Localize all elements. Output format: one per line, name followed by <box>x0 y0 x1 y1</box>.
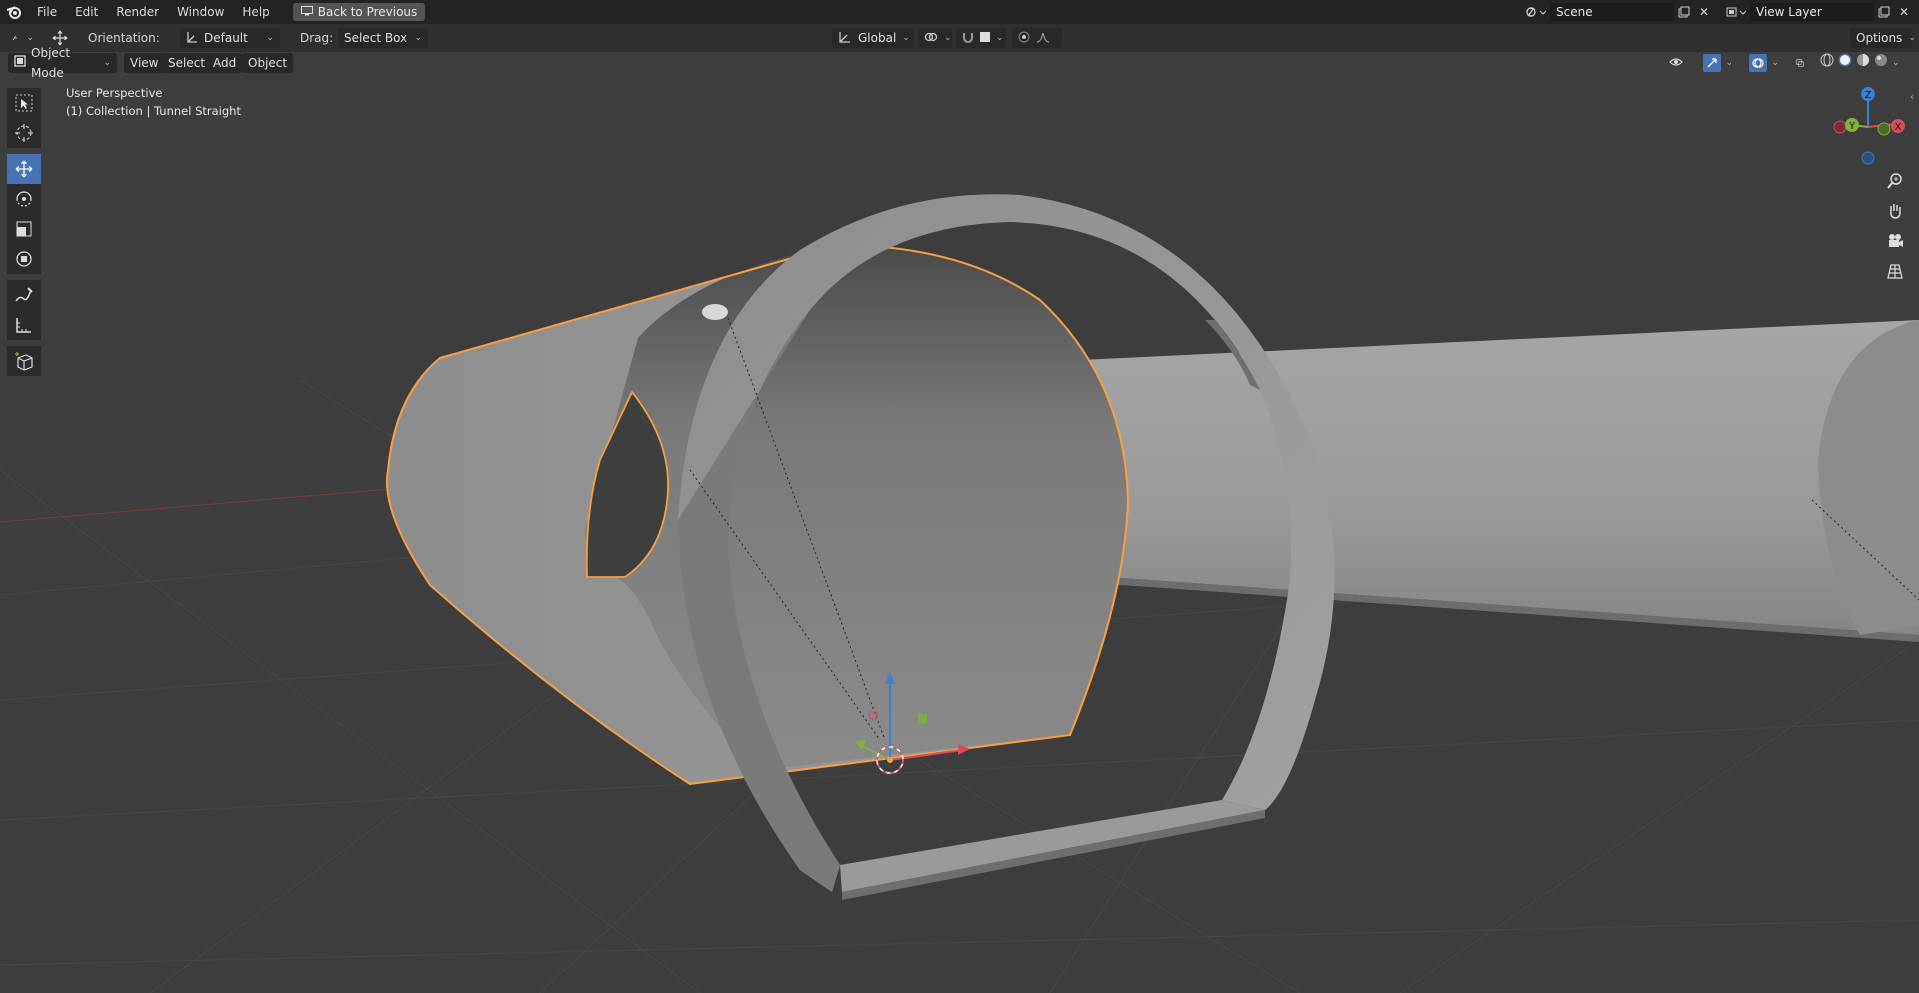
scene-delete-icon[interactable]: ✕ <box>1694 3 1714 21</box>
menu-select[interactable]: Select <box>162 53 212 73</box>
orientation-value: Default <box>204 31 248 45</box>
scene-name-field[interactable]: Scene <box>1550 3 1674 21</box>
gizmo-y-label: Y <box>1848 121 1856 132</box>
menu-window[interactable]: Window <box>168 0 233 24</box>
transform-tool[interactable] <box>7 244 41 274</box>
camera-icon[interactable] <box>1882 228 1908 254</box>
pan-hand-icon[interactable] <box>1882 198 1908 224</box>
ring-base <box>840 800 1265 892</box>
orientation-dropdown[interactable]: Default ⌄ <box>180 28 280 48</box>
xray-toggle-icon[interactable] <box>1790 53 1810 73</box>
tool-shelf <box>7 88 41 376</box>
proportional-editing-dropdown[interactable] <box>1012 28 1062 48</box>
3d-viewport[interactable] <box>0 52 1919 993</box>
proportional-editing-icon <box>1018 31 1030 46</box>
chevron-down-icon: ⌄ <box>266 33 274 43</box>
gizmo-neg-z-axis <box>1861 151 1875 165</box>
wireframe-shading-icon[interactable] <box>1820 53 1834 73</box>
rotate-tool[interactable] <box>7 184 41 214</box>
scene-new-icon[interactable] <box>1674 3 1694 21</box>
eye-icon <box>1669 53 1683 73</box>
menu-view[interactable]: View <box>124 53 165 73</box>
material-shading-icon[interactable] <box>1856 53 1870 73</box>
mode-dropdown[interactable]: Object Mode ⌄ <box>8 46 117 80</box>
scene-selector: Scene ✕ <box>1522 3 1714 21</box>
menu-add[interactable]: Add <box>207 53 243 73</box>
screen-icon <box>300 5 313 19</box>
scene-browse-icon[interactable] <box>1522 3 1550 21</box>
viewport-collection-text: (1) Collection | Tunnel Straight <box>66 104 241 118</box>
menu-file[interactable]: File <box>28 0 66 24</box>
view-layer-name-field[interactable]: View Layer <box>1750 3 1874 21</box>
top-menu-bar: File Edit Render Window Help Back to Pre… <box>0 0 1919 24</box>
view-layer-selector: View Layer ✕ <box>1722 3 1914 21</box>
solid-shading-icon[interactable] <box>1838 53 1852 73</box>
menu-edit[interactable]: Edit <box>66 0 107 24</box>
menu-object[interactable]: Object <box>242 53 294 73</box>
add-cube-tool[interactable] <box>7 346 41 376</box>
blender-logo-icon[interactable] <box>0 0 28 24</box>
scene-canvas[interactable] <box>0 52 1919 993</box>
orientation-axis-icon <box>186 31 198 46</box>
options-label: Options <box>1856 31 1903 45</box>
snap-magnet-icon <box>962 31 974 46</box>
falloff-icon <box>1036 31 1050 46</box>
menu-help[interactable]: Help <box>233 0 278 24</box>
cursor-tool[interactable] <box>7 118 41 148</box>
view-layer-browse-icon[interactable] <box>1722 3 1750 21</box>
transform-orientation-dropdown[interactable]: Global ⌄ <box>832 28 914 48</box>
measure-tool[interactable] <box>7 310 41 340</box>
zoom-icon[interactable] <box>1882 168 1908 194</box>
gizmo-x-label: X <box>1895 122 1902 133</box>
view-layer-delete-icon[interactable]: ✕ <box>1894 3 1914 21</box>
viewport-perspective-text: User Perspective <box>66 86 163 100</box>
viewport-header: Object Mode ⌄ View Select Add Object ⌄ ⌄… <box>0 46 1919 80</box>
drag-value: Select Box <box>344 31 408 45</box>
gizmo-toggle[interactable]: ⌄ <box>1697 53 1739 73</box>
annotate-tool[interactable] <box>7 280 41 310</box>
perspective-grid-icon[interactable] <box>1882 258 1908 284</box>
transform-orientation-icon <box>838 31 852 46</box>
transform-orientation-value: Global <box>858 31 897 45</box>
orientation-label: Orientation: <box>88 31 160 45</box>
tool-settings-header: ⌄ Orientation: Default ⌄ Drag: Select Bo… <box>0 24 1919 52</box>
pivot-point-dropdown[interactable]: ⌄ <box>918 28 952 48</box>
move-tool[interactable] <box>7 154 41 184</box>
back-to-previous-label: Back to Previous <box>317 5 418 19</box>
overlays-toggle[interactable]: ⌄ <box>1743 53 1785 73</box>
chevron-down-icon: ⌄ <box>414 33 422 43</box>
menu-render[interactable]: Render <box>107 0 168 24</box>
drag-label: Drag: <box>300 31 334 45</box>
options-dropdown[interactable]: Options ⌄ <box>1850 28 1916 48</box>
gizmo-neg-y-axis <box>1877 122 1891 136</box>
sidebar-toggle-icon[interactable]: ‹ <box>1910 92 1914 103</box>
mode-label: Object Mode <box>31 46 71 80</box>
shading-modes: ⌄ <box>1814 53 1900 73</box>
gizmo-icon <box>1703 54 1721 72</box>
back-to-previous-button[interactable]: Back to Previous <box>292 3 426 21</box>
pivot-icon <box>924 31 938 46</box>
rendered-shading-icon[interactable] <box>1874 53 1888 73</box>
ceiling-light <box>702 304 728 320</box>
chevron-down-icon: ⌄ <box>902 33 910 43</box>
object-mode-icon <box>14 53 26 73</box>
overlays-icon <box>1749 54 1767 72</box>
snapping-dropdown[interactable]: ⌄ <box>956 28 1006 48</box>
gizmo-z-label: Z <box>1865 90 1872 101</box>
scale-tool[interactable] <box>7 214 41 244</box>
visibility-dropdown[interactable] <box>1663 53 1693 73</box>
gizmo-neg-x-axis <box>1833 120 1847 134</box>
snap-increment-icon <box>980 31 990 45</box>
navigation-gizmo[interactable]: Z X Y <box>1800 82 1910 172</box>
select-box-tool[interactable] <box>7 88 41 118</box>
view-layer-new-icon[interactable] <box>1874 3 1894 21</box>
drag-dropdown[interactable]: Select Box ⌄ <box>338 28 428 48</box>
